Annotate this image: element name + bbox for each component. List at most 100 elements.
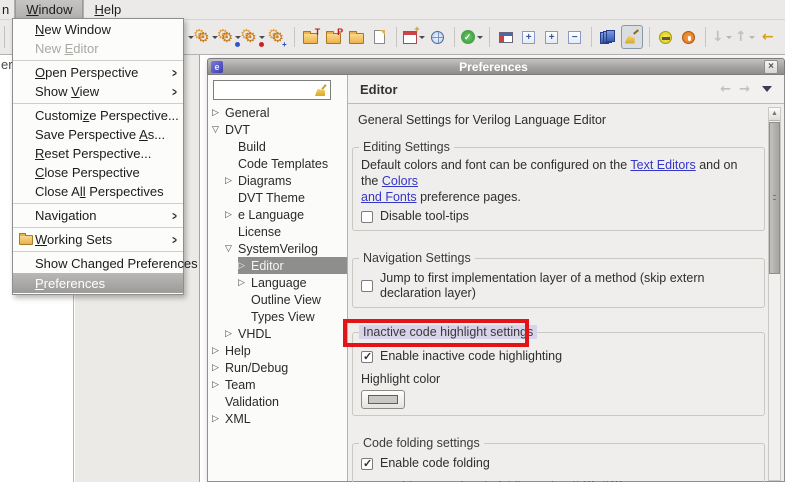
toolbar-overflow-chevron-icon[interactable] (188, 36, 194, 39)
tree-item-outline-view[interactable]: Outline View (208, 291, 347, 308)
menu-item-reset-perspective[interactable]: Reset Perspective... (13, 144, 183, 163)
menu-item-save-perspective-as[interactable]: Save Perspective As... (13, 125, 183, 144)
expander-icon[interactable]: ▷ (212, 362, 225, 373)
and-fonts-link[interactable]: and Fonts (361, 190, 417, 204)
highlight-color-button[interactable] (361, 390, 405, 409)
folder-p-button[interactable]: P (324, 25, 344, 49)
tree-item-code-templates[interactable]: Code Templates (208, 155, 347, 172)
toolbar-divider (591, 27, 592, 47)
tree-item-build[interactable]: Build (208, 138, 347, 155)
expander-icon[interactable]: ▷ (238, 277, 251, 288)
globe-button[interactable] (428, 25, 448, 49)
menu-item-new-window[interactable]: New Window (13, 20, 183, 39)
tree-item-editor-selected[interactable]: ▷Editor (208, 257, 347, 274)
filter-search-input[interactable] (214, 81, 314, 99)
scroll-up-icon[interactable]: ▲ (769, 108, 780, 121)
collapse-all-button[interactable]: − (565, 25, 585, 49)
exit-button[interactable] (656, 25, 676, 49)
expand-all-button[interactable]: + (519, 25, 539, 49)
new-window-button[interactable] (403, 25, 425, 49)
menu-item-new-editor[interactable]: New Editor (13, 39, 183, 58)
add-build-gears-button[interactable]: ⚙+ (268, 25, 288, 49)
menu-item-navigation[interactable]: Navigation> (13, 206, 183, 225)
scroll-thumb[interactable] (769, 122, 780, 274)
build-gears-button[interactable]: ⚙ (197, 25, 218, 49)
tree-item-xml[interactable]: ▷XML (208, 410, 347, 427)
tree-item-dvt-theme[interactable]: DVT Theme (208, 189, 347, 206)
expander-icon[interactable]: ▷ (225, 328, 238, 339)
expander-icon[interactable]: ▷ (212, 107, 225, 118)
scrollbar[interactable]: ▲ (768, 107, 781, 481)
expand-icon: + (545, 31, 558, 44)
highlight-color-label: Highlight color (361, 372, 756, 386)
preferences-tree-panel: ▷General ▽DVT Build Code Templates ▷Diag… (208, 75, 348, 481)
chevron-down-icon (212, 36, 218, 39)
table-view-button[interactable] (496, 25, 516, 49)
toolbar-divider (294, 27, 295, 47)
group-legend: Navigation Settings (359, 251, 475, 265)
dialog-titlebar[interactable]: e Preferences × (207, 58, 785, 75)
expander-icon[interactable]: ▽ (225, 243, 238, 254)
menu-item-open-perspective[interactable]: Open Perspective> (13, 63, 183, 82)
clear-highlight-button[interactable] (621, 25, 643, 49)
tree-item-systemverilog[interactable]: ▽SystemVerilog (208, 240, 347, 257)
rebuild-gears-button[interactable]: ⚙ (221, 25, 242, 49)
jump-first-impl-checkbox[interactable] (361, 280, 373, 292)
tree-item-dvt[interactable]: ▽DVT (208, 121, 347, 138)
disable-tooltips-row: Disable tool-tips (361, 209, 756, 224)
menu-item-customize-perspective[interactable]: Customize Perspective... (13, 106, 183, 125)
tree-item-vhdl[interactable]: ▷VHDL (208, 325, 347, 342)
tree-item-help[interactable]: ▷Help (208, 342, 347, 359)
stacked-views-button[interactable] (598, 25, 618, 49)
tree-item-language[interactable]: ▷Language (208, 274, 347, 291)
menu-window[interactable]: Window (15, 0, 83, 19)
forward-button[interactable]: → (781, 25, 785, 49)
back-button[interactable]: ← (758, 25, 778, 49)
tree-item-diagrams[interactable]: ▷Diagrams (208, 172, 347, 189)
folder-t-button[interactable]: T (301, 25, 321, 49)
menu-separator (13, 227, 183, 228)
expander-icon[interactable]: ▷ (212, 413, 225, 424)
expand-button[interactable]: + (542, 25, 562, 49)
colors-link[interactable]: Colors (382, 174, 418, 188)
enable-inactive-highlight-checkbox[interactable] (361, 351, 373, 363)
history-back-icon[interactable]: ← (720, 83, 731, 96)
tree-item-validation[interactable]: Validation (208, 393, 347, 410)
tree-item-run-debug[interactable]: ▷Run/Debug (208, 359, 347, 376)
enable-code-folding-checkbox[interactable] (361, 458, 373, 470)
menu-item-close-perspective[interactable]: Close Perspective (13, 163, 183, 182)
tree-item-e-language[interactable]: ▷e Language (208, 206, 347, 223)
menu-item-show-view[interactable]: Show View> (13, 82, 183, 101)
new-file-button[interactable] (370, 25, 390, 49)
close-icon[interactable]: × (764, 60, 778, 74)
text-editors-link[interactable]: Text Editors (630, 158, 695, 172)
menu-item-close-all-perspectives[interactable]: Close All Perspectives (13, 182, 183, 201)
expander-icon[interactable]: ▷ (238, 260, 251, 271)
expander-icon[interactable]: ▷ (212, 345, 225, 356)
scroll-grip-icon (773, 195, 776, 200)
menu-help[interactable]: Help (84, 0, 131, 19)
expander-icon[interactable]: ▷ (212, 379, 225, 390)
next-annotation-button[interactable]: ↓ (712, 25, 732, 49)
menu-item-show-changed-preferences[interactable]: Show Changed Preferences (13, 254, 183, 273)
warning-button[interactable] (679, 25, 699, 49)
expander-icon[interactable]: ▷ (225, 209, 238, 220)
menu-item-working-sets[interactable]: Working Sets> (13, 230, 183, 249)
stop-build-gears-button[interactable]: ⚙ (244, 25, 265, 49)
tree-item-team[interactable]: ▷Team (208, 376, 347, 393)
menu-run-partial[interactable]: n (0, 0, 14, 19)
tree-item-license[interactable]: License (208, 223, 347, 240)
history-forward-icon[interactable]: → (739, 83, 750, 96)
disable-tooltips-checkbox[interactable] (361, 211, 373, 223)
previous-annotation-button[interactable]: ↑ (735, 25, 755, 49)
expander-icon[interactable]: ▽ (212, 124, 225, 135)
check-run-button[interactable]: ✓ (461, 25, 483, 49)
menu-item-preferences[interactable]: Preferences (13, 273, 183, 293)
view-menu-icon[interactable] (762, 86, 772, 92)
clear-filter-broom-icon[interactable] (315, 84, 328, 97)
tree-item-general[interactable]: ▷General (208, 104, 347, 121)
expander-icon[interactable]: ▷ (225, 175, 238, 186)
new-file-icon (374, 30, 385, 44)
open-folder-button[interactable] (347, 25, 367, 49)
tree-item-types-view[interactable]: Types View (208, 308, 347, 325)
